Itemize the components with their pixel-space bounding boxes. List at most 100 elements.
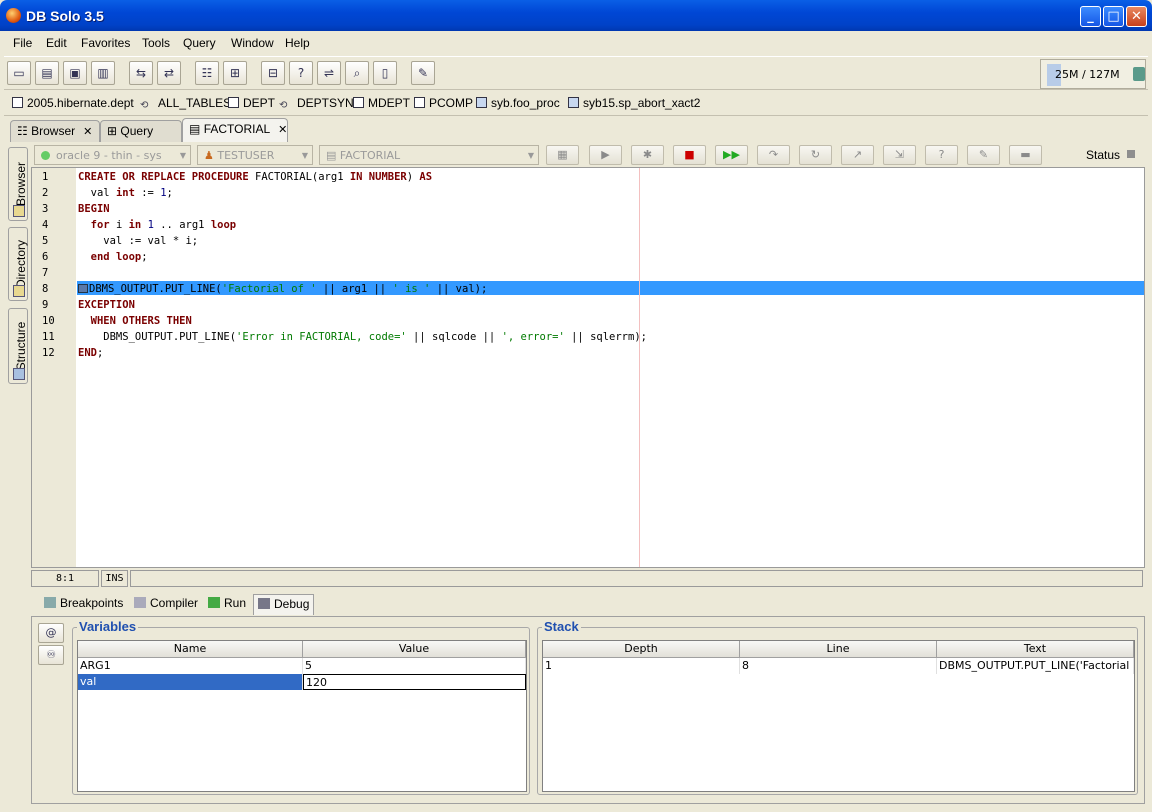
favorite-item[interactable]: ⟲ ALL_TABLES (140, 96, 231, 111)
step-into-button[interactable]: ↷ (757, 145, 790, 165)
help-button[interactable]: ? (925, 145, 958, 165)
menu-window[interactable]: Window (231, 36, 274, 50)
stack-text-cell[interactable]: DBMS_OUTPUT.PUT_LINE('Factorial o... (937, 658, 1134, 674)
menu-favorites[interactable]: Favorites (81, 36, 130, 50)
maximize-button[interactable]: □ (1103, 6, 1124, 27)
column-header-text[interactable]: Text (937, 641, 1134, 658)
run-to-cursor-button[interactable]: ⇲ (883, 145, 916, 165)
code-line[interactable]: end loop; (78, 249, 148, 265)
object-select[interactable]: ▤ FACTORIAL ▼ (319, 145, 539, 165)
code-line[interactable]: BEGIN (78, 201, 110, 217)
menu-file[interactable]: File (13, 36, 32, 50)
code-line[interactable]: DBMS_OUTPUT.PUT_LINE('Error in FACTORIAL… (78, 329, 647, 345)
schema-icon[interactable]: ⊟ (261, 61, 285, 85)
code-line[interactable]: CREATE OR REPLACE PROCEDURE FACTORIAL(ar… (78, 169, 432, 185)
tab-debug[interactable]: ​Debug (253, 594, 315, 615)
open-file-icon[interactable]: ▭ (7, 61, 31, 85)
format-icon[interactable]: ✎ (411, 61, 435, 85)
debug-button[interactable]: ✱ (631, 145, 664, 165)
code-editor[interactable]: 1 2 3 4 5 6 7 8 9 10 11 12 CREATE OR REPLACE PROCED… (31, 167, 1145, 568)
save-icon[interactable]: ▣ (63, 61, 87, 85)
search-icon[interactable]: ⌕ (345, 61, 369, 85)
tab-browser[interactable]: ☷ Browser ✕ (10, 120, 100, 142)
line-number[interactable]: 7 (42, 265, 48, 281)
line-number[interactable]: 2 (42, 185, 48, 201)
step-over-button[interactable]: ↻ (799, 145, 832, 165)
connect-icon[interactable]: ⇆ (129, 61, 153, 85)
column-header-value[interactable]: Value (303, 641, 526, 658)
stack-line-cell[interactable]: 8 (740, 658, 937, 674)
tab-breakpoints[interactable]: ​Breakpoints (40, 594, 127, 615)
code-line[interactable]: val := val * i; (78, 233, 198, 249)
garbage-collect-icon[interactable] (1133, 67, 1145, 81)
line-number[interactable]: 8 (42, 281, 48, 297)
line-number-gutter[interactable]: 1 2 3 4 5 6 7 8 9 10 11 12 (32, 168, 76, 567)
line-number[interactable]: 5 (42, 233, 48, 249)
variable-name-cell[interactable]: val (78, 674, 303, 690)
menu-edit[interactable]: Edit (46, 36, 67, 50)
stop-button[interactable]: ■ (673, 145, 706, 165)
column-header-name[interactable]: Name (78, 641, 303, 658)
code-line[interactable]: WHEN OTHERS THEN (78, 313, 192, 329)
open-folder-icon[interactable]: ▤ (35, 61, 59, 85)
side-tab-directory[interactable]: Directory (8, 227, 28, 301)
line-number[interactable]: 1 (42, 169, 48, 185)
toggle-breakpoint-button[interactable]: ▦ (546, 145, 579, 165)
query-grid-icon[interactable]: ⊞ (223, 61, 247, 85)
favorite-item[interactable]: MDEPT (353, 96, 410, 110)
line-number[interactable]: 12 (42, 345, 55, 361)
variable-value-input[interactable]: 120 (303, 674, 526, 690)
menu-query[interactable]: Query (183, 36, 216, 50)
variable-value-cell[interactable]: 5 (303, 658, 526, 674)
compare-icon[interactable]: ⇌ (317, 61, 341, 85)
favorite-item[interactable]: syb15.sp_abort_xact2 (568, 96, 700, 110)
code-line[interactable]: val int := 1; (78, 185, 173, 201)
disconnect-icon[interactable]: ⇄ (157, 61, 181, 85)
side-tab-browser[interactable]: Browser (8, 147, 28, 221)
side-tab-structure[interactable]: Structure (8, 308, 28, 384)
line-number[interactable]: 4 (42, 217, 48, 233)
code-line[interactable]: EXCEPTION (78, 297, 135, 313)
save-all-icon[interactable]: ▥ (91, 61, 115, 85)
run-button[interactable]: ▶ (589, 145, 622, 165)
memory-indicator[interactable]: 25M / 127M (1040, 59, 1146, 89)
line-number[interactable]: 10 (42, 313, 55, 329)
print-button[interactable]: ▬ (1009, 145, 1042, 165)
code-line[interactable]: DBMS_OUTPUT.PUT_LINE('Factorial of ' || … (78, 281, 487, 297)
close-tab-icon[interactable]: ✕ (83, 126, 92, 138)
favorite-item[interactable]: 2005.hibernate.dept (12, 96, 134, 110)
close-button[interactable]: ✕ (1126, 6, 1147, 27)
line-number[interactable]: 9 (42, 297, 48, 313)
help-query-icon[interactable]: ? (289, 61, 313, 85)
browser-icon[interactable]: ☷ (195, 61, 219, 85)
line-number[interactable]: 6 (42, 249, 48, 265)
format-button[interactable]: ✎ (967, 145, 1000, 165)
menu-help[interactable]: Help (285, 36, 310, 50)
line-number[interactable]: 11 (42, 329, 55, 345)
watch-expression-icon[interactable]: ♾ (38, 645, 64, 665)
code-line[interactable]: END; (78, 345, 103, 361)
tab-query[interactable]: ⊞ Query (100, 120, 182, 142)
variable-name-cell[interactable]: ARG1 (78, 658, 303, 674)
favorite-item[interactable]: PCOMP (414, 96, 473, 110)
step-out-button[interactable]: ↗ (841, 145, 874, 165)
resume-button[interactable]: ▶▶ (715, 145, 748, 165)
column-header-line[interactable]: Line (740, 641, 937, 658)
clipboard-icon[interactable]: ▯ (373, 61, 397, 85)
line-number[interactable]: 3 (42, 201, 48, 217)
tab-compiler[interactable]: ​Compiler (130, 594, 202, 615)
tab-factorial[interactable]: ▤ FACTORIAL ✕ (182, 118, 288, 142)
stack-depth-cell[interactable]: 1 (543, 658, 740, 674)
variables-table[interactable]: Name Value ARG1 5 val 120 (77, 640, 527, 792)
tab-run[interactable]: ​Run (204, 594, 250, 615)
favorite-item[interactable]: ⟲ DEPTSYN (279, 96, 354, 111)
menu-tools[interactable]: Tools (142, 36, 170, 50)
user-select[interactable]: ♟ TESTUSER ▼ (197, 145, 313, 165)
favorite-item[interactable]: DEPT (228, 96, 275, 110)
connection-select[interactable]: oracle 9 - thin - sys ▼ (34, 145, 191, 165)
favorite-item[interactable]: syb.foo_proc (476, 96, 560, 110)
close-tab-icon[interactable]: ✕ (278, 124, 287, 136)
code-line[interactable]: for i in 1 .. arg1 loop (78, 217, 236, 233)
column-header-depth[interactable]: Depth (543, 641, 740, 658)
minimize-button[interactable]: _ (1080, 6, 1101, 27)
